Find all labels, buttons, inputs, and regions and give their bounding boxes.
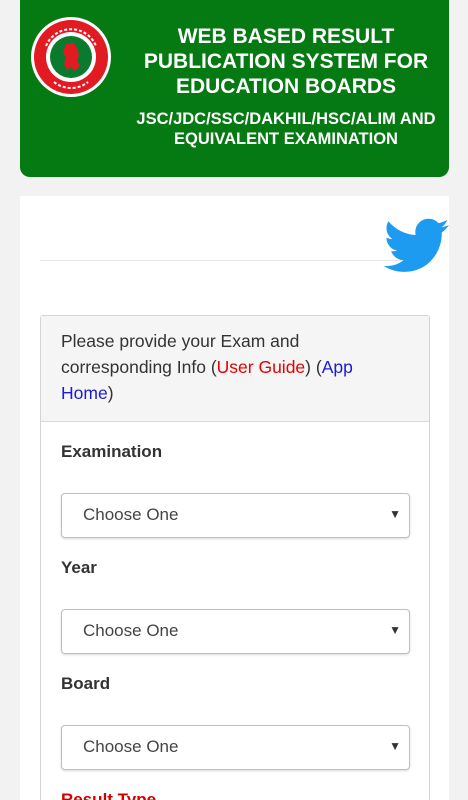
twitter-bird-icon[interactable]	[384, 218, 450, 274]
user-guide-link[interactable]: User Guide	[217, 357, 306, 377]
result-type-label: Result Type	[61, 790, 157, 800]
exam-info-panel: Please provide your Exam and correspondi…	[40, 315, 430, 800]
year-select[interactable]: Choose One ▼	[61, 609, 410, 654]
examination-select[interactable]: Choose One ▼	[61, 493, 410, 538]
dropdown-arrow-icon: ▼	[389, 623, 401, 637]
app-subtitle-line: JSC/JDC/SSC/DAKHIL/HSC/ALIM AND	[136, 110, 436, 128]
panel-heading: Please provide your Exam and correspondi…	[41, 316, 429, 422]
dropdown-arrow-icon: ▼	[389, 739, 401, 753]
dropdown-arrow-icon: ▼	[389, 507, 401, 521]
examination-label: Examination	[61, 442, 163, 461]
main-card: Please provide your Exam and correspondi…	[20, 196, 449, 800]
year-label: Year	[61, 558, 97, 577]
app-title: WEB BASED RESULT PUBLICATION SYSTEM FOR …	[132, 24, 440, 99]
year-select-value: Choose One	[83, 621, 179, 640]
intro-text: )	[107, 383, 114, 403]
examination-select-value: Choose One	[83, 505, 179, 524]
app-title-line: PUBLICATION SYSTEM FOR	[143, 50, 429, 73]
app-subtitle: JSC/JDC/SSC/DAKHIL/HSC/ALIM AND EQUIVALE…	[120, 109, 452, 149]
app-title-line: WEB BASED RESULT	[177, 25, 395, 48]
board-select[interactable]: Choose One ▼	[61, 725, 410, 770]
app-title-line: EDUCATION BOARDS	[175, 75, 397, 98]
intro-text: ) (	[305, 357, 322, 377]
board-select-value: Choose One	[83, 737, 179, 756]
header-banner: WEB BASED RESULT PUBLICATION SYSTEM FOR …	[20, 0, 449, 177]
page: WEB BASED RESULT PUBLICATION SYSTEM FOR …	[0, 0, 468, 800]
board-label: Board	[61, 674, 111, 693]
app-subtitle-line: EQUIVALENT EXAMINATION	[174, 130, 398, 148]
divider	[40, 260, 402, 261]
government-seal-icon	[31, 17, 111, 97]
